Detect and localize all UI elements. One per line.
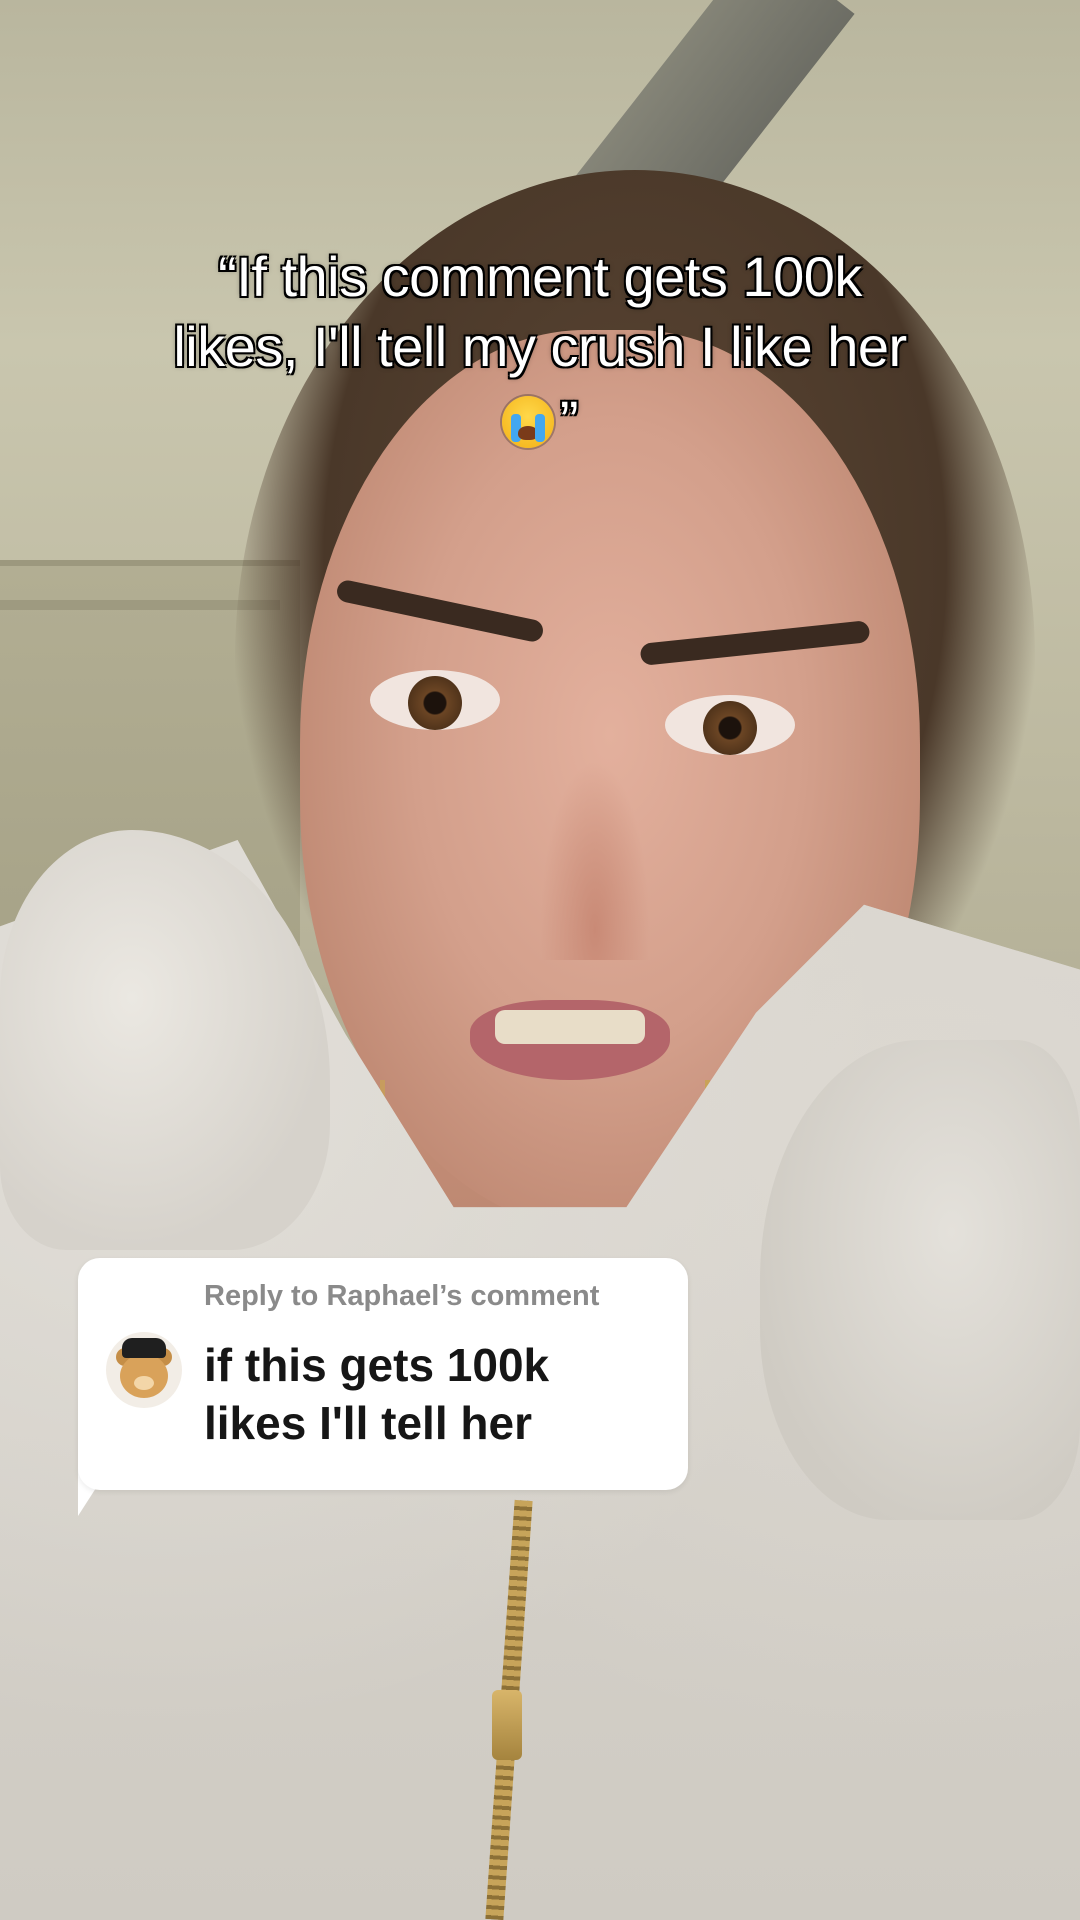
bear-snout	[134, 1376, 154, 1390]
loudly-crying-face-icon	[501, 396, 554, 448]
caption-closing-quote: ”	[559, 389, 579, 452]
emoji-mouth	[517, 426, 538, 440]
hood-fold-right	[760, 1040, 1080, 1520]
left-iris	[408, 676, 462, 730]
zipper-pull	[492, 1690, 522, 1760]
reply-comment-text: if this gets 100k likes I'll tell her	[204, 1336, 664, 1452]
caption-line-1: “If this comment gets 100k	[218, 245, 862, 308]
reply-header: Reply to Raphael’s comment	[204, 1280, 600, 1312]
caption-line-2: likes, I'll tell my crush I like her	[173, 315, 907, 378]
person-teeth	[495, 1010, 645, 1044]
person-nose	[540, 760, 650, 960]
video-caption: “If this comment gets 100k likes, I'll t…	[60, 242, 1020, 456]
reply-comment-sticker[interactable]: Reply to Raphael’s comment if this gets …	[78, 1258, 688, 1490]
right-iris	[703, 701, 757, 755]
caption-line-3: ”	[60, 386, 1020, 456]
teddy-bear-avatar-icon[interactable]	[106, 1332, 182, 1408]
left-eye	[370, 670, 500, 730]
reply-body-line-1: if this gets 100k	[204, 1339, 550, 1391]
right-eye	[665, 695, 795, 755]
bear-hat	[122, 1338, 166, 1358]
reply-body-line-2: likes I'll tell her	[204, 1397, 532, 1449]
video-frame[interactable]: “If this comment gets 100k likes, I'll t…	[0, 0, 1080, 1920]
